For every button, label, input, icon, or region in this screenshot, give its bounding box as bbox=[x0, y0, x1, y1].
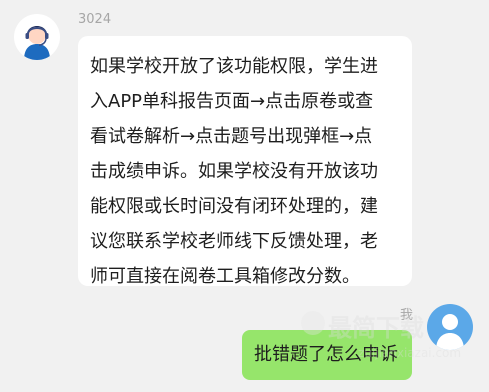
user-avatar-icon[interactable] bbox=[427, 304, 473, 350]
support-agent-avatar-icon[interactable] bbox=[14, 14, 60, 60]
user-message-bubble: 批错题了怎么申诉 bbox=[242, 330, 412, 380]
user-name: 我 bbox=[400, 308, 414, 323]
agent-message-bubble: 如果学校开放了该功能权限，学生进 入APP单科报告页面→点击原卷或查 看试卷解析… bbox=[78, 36, 412, 287]
agent-name: 3024 bbox=[78, 12, 112, 27]
